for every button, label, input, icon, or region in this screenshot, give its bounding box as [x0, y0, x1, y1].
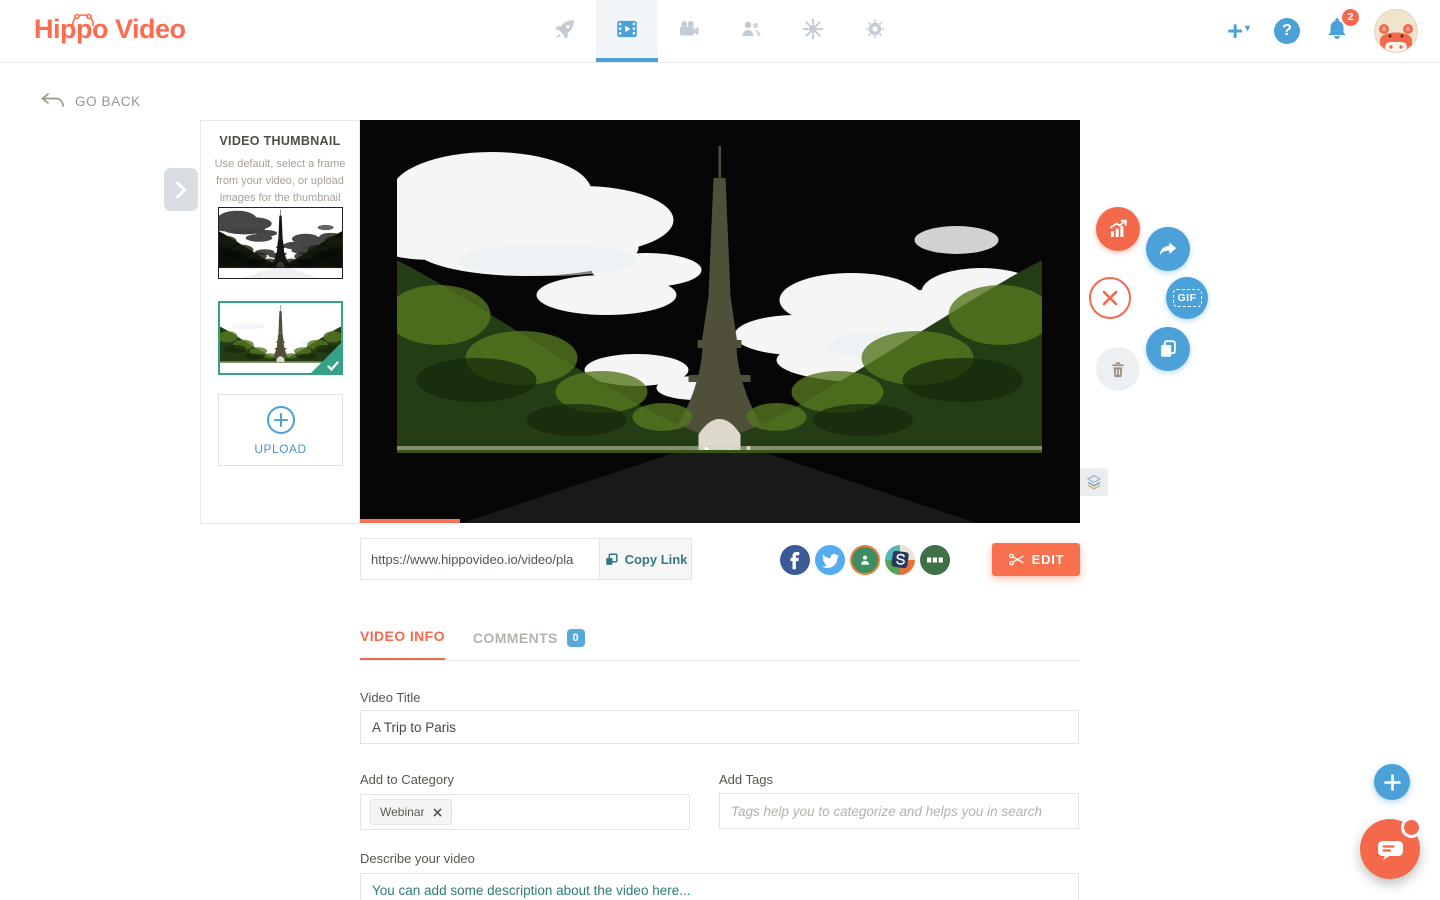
video-title-label: Video Title [360, 690, 420, 705]
chat-notification-dot [1401, 817, 1422, 838]
nav-integrations[interactable] [782, 0, 844, 62]
facebook-icon[interactable] [780, 545, 810, 575]
nav-record[interactable] [658, 0, 720, 62]
panel-collapse-button[interactable] [164, 168, 198, 211]
thumbnail-image-dark [219, 208, 342, 278]
top-navbar: Hippo Video [0, 0, 1440, 63]
video-title-input[interactable] [360, 710, 1079, 744]
remove-category-icon[interactable] [433, 808, 442, 817]
slack-icon[interactable] [885, 545, 915, 575]
copy-link-button[interactable]: Copy Link [599, 538, 692, 580]
create-new-button[interactable]: + ▾ [1227, 18, 1250, 45]
question-icon: ? [1282, 22, 1292, 40]
tags-input[interactable] [719, 793, 1079, 829]
integrations-icon [801, 17, 825, 46]
share-button[interactable] [1146, 227, 1190, 271]
upload-thumbnail-button[interactable]: UPLOAD [218, 394, 343, 466]
chat-bubble-icon [1377, 838, 1404, 861]
help-button[interactable]: ? [1274, 18, 1300, 44]
scissors-icon [1008, 552, 1025, 567]
detail-tabs: VIDEO INFO COMMENTS 0 [360, 628, 585, 661]
users-icon [739, 17, 763, 46]
edit-button[interactable]: EDIT [992, 543, 1080, 576]
floating-plus-icon [1384, 774, 1401, 791]
film-icon [614, 16, 640, 47]
contacts-share-icon[interactable] [850, 545, 880, 575]
video-player[interactable] [360, 120, 1080, 523]
copy-link-icon [604, 552, 619, 567]
back-arrow-icon [40, 92, 65, 111]
comments-count-badge: 0 [567, 629, 585, 647]
stats-icon [1106, 217, 1130, 241]
stats-button[interactable] [1096, 207, 1140, 251]
edit-label: EDIT [1032, 552, 1065, 567]
panel-title: VIDEO THUMBNAIL [201, 134, 359, 148]
category-chip: Webinar [370, 799, 452, 825]
panel-description: Use default, select a frame from your vi… [213, 156, 347, 207]
twitter-icon[interactable] [815, 545, 845, 575]
copy-icon [1157, 338, 1179, 360]
video-frame [397, 120, 1042, 523]
tab-comments[interactable]: COMMENTS 0 [473, 629, 585, 661]
caret-down-icon: ▾ [1245, 24, 1250, 34]
description-textarea[interactable]: You can add some description about the v… [360, 873, 1079, 900]
close-button[interactable] [1089, 277, 1131, 319]
share-arrow-icon [1157, 238, 1179, 260]
description-label: Describe your video [360, 851, 475, 866]
go-back-label: GO BACK [75, 94, 141, 109]
tab-video-info-label: VIDEO INFO [360, 628, 445, 644]
app-window: Hippo Video [0, 0, 1440, 900]
video-camera-icon [677, 17, 701, 46]
nav-contacts[interactable] [720, 0, 782, 62]
nav-videos[interactable] [596, 0, 658, 62]
close-icon [1101, 289, 1119, 307]
gif-button[interactable]: GIF [1166, 277, 1208, 319]
main-nav [534, 0, 906, 62]
thumbnail-option-selected[interactable] [218, 301, 343, 375]
category-label: Add to Category [360, 772, 454, 787]
delete-button[interactable] [1096, 347, 1140, 391]
bell-icon [1324, 29, 1350, 46]
nav-launch[interactable] [534, 0, 596, 62]
video-url-input[interactable] [360, 538, 600, 580]
tabs-divider [360, 660, 1079, 661]
check-icon [327, 361, 339, 371]
rocket-icon [553, 17, 577, 46]
brand-name: Hippo Video [34, 14, 186, 44]
layers-button[interactable] [1080, 468, 1108, 496]
notifications-button[interactable]: 2 [1324, 16, 1350, 47]
chevron-right-icon [175, 181, 187, 199]
social-share-row [780, 545, 950, 575]
avatar-hippo-icon [1377, 22, 1415, 52]
hippo-logo-icon [70, 3, 96, 34]
tags-label: Add Tags [719, 772, 773, 787]
trash-icon [1108, 359, 1128, 379]
notification-badge: 2 [1342, 9, 1359, 26]
thumbnail-option-default[interactable] [218, 207, 343, 279]
header-actions: + ▾ ? 2 [1227, 0, 1418, 62]
upload-plus-icon [266, 405, 296, 435]
tab-comments-label: COMMENTS [473, 630, 558, 646]
duplicate-button[interactable] [1146, 327, 1190, 371]
plus-icon: + [1227, 18, 1243, 45]
more-share-icon[interactable] [920, 545, 950, 575]
video-thumbnail-panel: VIDEO THUMBNAIL Use default, select a fr… [200, 120, 360, 524]
nav-settings[interactable] [844, 0, 906, 62]
video-progress-bar[interactable] [360, 519, 460, 523]
user-avatar[interactable] [1374, 9, 1418, 53]
category-chip-label: Webinar [380, 805, 424, 819]
category-box[interactable]: Webinar [360, 794, 690, 830]
go-back-link[interactable]: GO BACK [40, 92, 141, 111]
chat-widget-button[interactable] [1360, 819, 1420, 879]
layers-icon [1085, 473, 1103, 491]
copy-link-label: Copy Link [625, 552, 688, 567]
gear-icon [863, 17, 887, 46]
upload-label: UPLOAD [254, 442, 306, 456]
tab-video-info[interactable]: VIDEO INFO [360, 628, 445, 661]
gif-label: GIF [1173, 289, 1202, 307]
add-video-button[interactable] [1374, 764, 1410, 800]
brand-logo[interactable]: Hippo Video [34, 14, 186, 45]
active-tab-underline [596, 58, 658, 62]
